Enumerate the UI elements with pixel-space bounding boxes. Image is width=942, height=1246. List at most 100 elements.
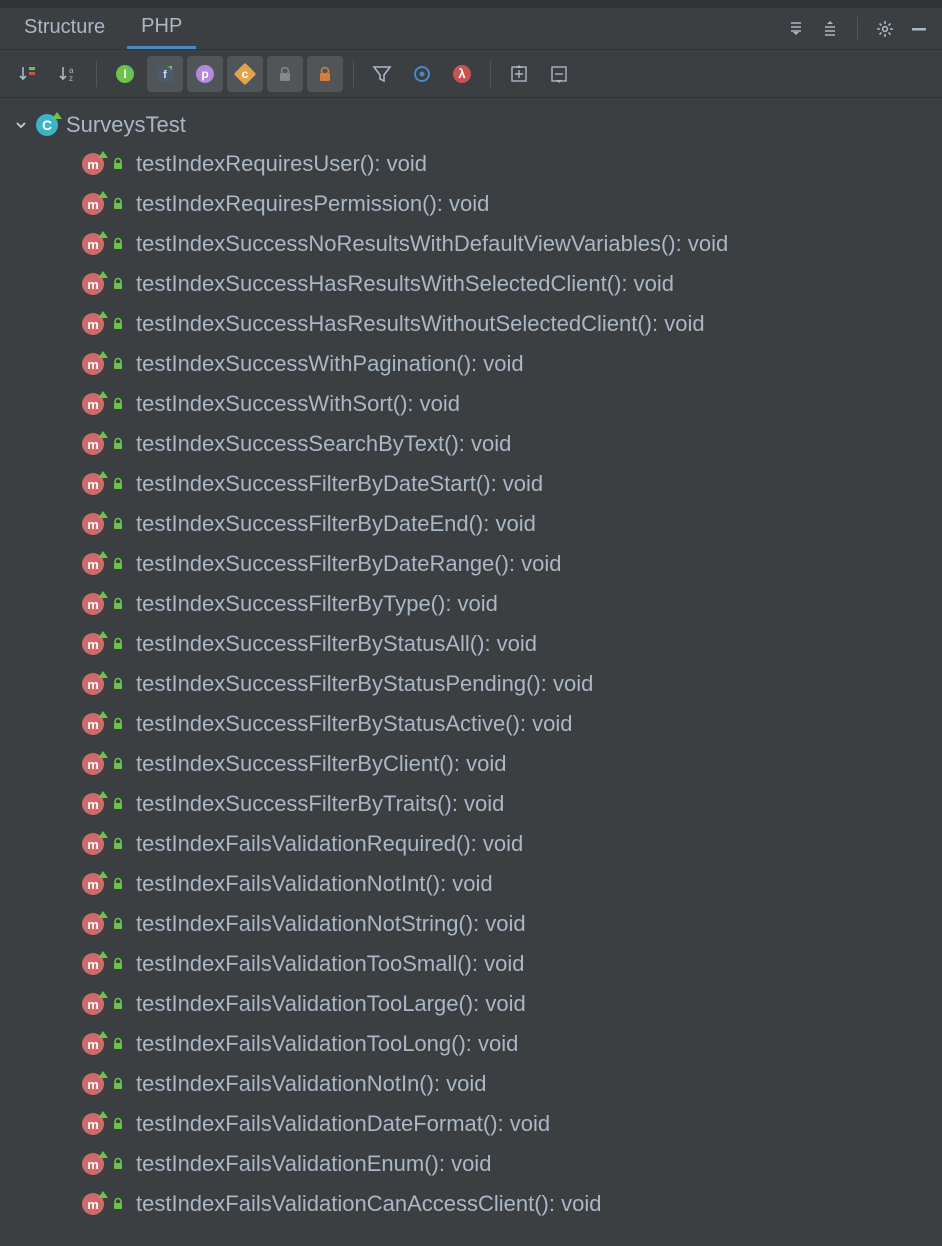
method-row[interactable]: mtestIndexFailsValidationCanAccessClient… — [10, 1184, 942, 1224]
method-icon: m — [82, 1113, 104, 1135]
structure-tree: C SurveysTest m testIndexRequiresUser(): … — [0, 98, 942, 1224]
svg-text:p: p — [201, 67, 208, 81]
method-row[interactable]: m testIndexFailsValidationDateFormat(): v… — [10, 1104, 942, 1144]
filter-button[interactable] — [364, 56, 400, 92]
method-signature-label: testIndexSuccessFilterByStatusAll(): voi… — [136, 631, 537, 657]
method-signature-label: testIndexSuccessFilterByClient(): void — [136, 751, 506, 777]
expand-all-toolbar-button[interactable] — [501, 56, 537, 92]
method-row[interactable]: mtestIndexFailsValidationEnum(): void — [10, 1144, 942, 1184]
method-icon: m — [82, 153, 104, 175]
class-row[interactable]: C SurveysTest — [10, 106, 942, 144]
tab-php[interactable]: PHP — [127, 9, 196, 49]
method-signature-label: testIndexSuccessFilterByDateStart(): voi… — [136, 471, 543, 497]
method-row[interactable]: mtestIndexRequiresPermission(): void — [10, 184, 942, 224]
method-row[interactable]: mtestIndexSuccessHasResultsWithoutSelect… — [10, 304, 942, 344]
method-row[interactable]: m testIndexSuccessHasResultsWithSelectedC… — [10, 264, 942, 304]
method-icon: m — [82, 1033, 104, 1055]
method-signature-label: testIndexFailsValidationDateFormat(): vo… — [136, 1111, 550, 1137]
method-row[interactable]: m testIndexFailsValidationNotString(): vo… — [10, 904, 942, 944]
method-icon: m — [82, 393, 104, 415]
autoscroll-to-source-button[interactable] — [404, 56, 440, 92]
collapse-all-toolbar-button[interactable] — [541, 56, 577, 92]
structure-toolbar: az I f p c λ — [0, 50, 942, 98]
chevron-down-icon[interactable] — [10, 115, 32, 135]
lock-open-icon — [110, 596, 126, 612]
method-icon: m — [82, 913, 104, 935]
sort-alpha-button[interactable]: az — [50, 56, 86, 92]
method-row[interactable]: mtestIndexFailsValidationTooLarge(): voi… — [10, 984, 942, 1024]
method-signature-label: testIndexFailsValidationNotInt(): void — [136, 871, 493, 897]
method-icon: m — [82, 753, 104, 775]
show-interfaces-button[interactable]: I — [107, 56, 143, 92]
toolbar-separator — [490, 61, 491, 87]
collapse-all-icon[interactable] — [817, 16, 843, 42]
hide-icon[interactable] — [906, 16, 932, 42]
method-row[interactable]: m testIndexSuccessWithSort(): void — [10, 384, 942, 424]
method-row[interactable]: mtestIndexFailsValidationTooSmall(): voi… — [10, 944, 942, 984]
method-signature-label: testIndexFailsValidationNotIn(): void — [136, 1071, 487, 1097]
show-fields-button[interactable]: f — [147, 56, 183, 92]
method-icon: m — [82, 993, 104, 1015]
method-row[interactable]: mtestIndexSuccessFilterByType(): void — [10, 584, 942, 624]
method-icon: m — [82, 833, 104, 855]
method-row[interactable]: mtestIndexSuccessFilterByStatusActive():… — [10, 704, 942, 744]
method-row[interactable]: mtestIndexSuccessNoResultsWithDefaultVie… — [10, 224, 942, 264]
lock-open-icon — [110, 1116, 126, 1132]
show-properties-button[interactable]: p — [187, 56, 223, 92]
method-signature-label: testIndexSuccessFilterByDateRange(): voi… — [136, 551, 562, 577]
method-icon: m — [82, 273, 104, 295]
method-row[interactable]: mtestIndexFailsValidationNotInt(): void — [10, 864, 942, 904]
method-row[interactable]: mtestIndexFailsValidationNotIn(): void — [10, 1064, 942, 1104]
lock-open-icon — [110, 1196, 126, 1212]
method-signature-label: testIndexSuccessFilterByStatusPending():… — [136, 671, 593, 697]
show-private-button[interactable] — [267, 56, 303, 92]
method-icon: m — [82, 233, 104, 255]
method-signature-label: testIndexFailsValidationCanAccessClient(… — [136, 1191, 601, 1217]
lock-open-icon — [110, 236, 126, 252]
method-row[interactable]: mtestIndexSuccessFilterByDateStart(): vo… — [10, 464, 942, 504]
lock-open-icon — [110, 356, 126, 372]
method-row[interactable]: m testIndexSuccessFilterByStatusPending()… — [10, 664, 942, 704]
expand-all-icon[interactable] — [783, 16, 809, 42]
lock-open-icon — [110, 956, 126, 972]
method-row[interactable]: mtestIndexSuccessWithPagination(): void — [10, 344, 942, 384]
method-row[interactable]: mtestIndexSuccessFilterByStatusAll(): vo… — [10, 624, 942, 664]
show-constants-button[interactable]: c — [227, 56, 263, 92]
lock-open-icon — [110, 316, 126, 332]
lock-open-icon — [110, 1036, 126, 1052]
gear-icon[interactable] — [872, 16, 898, 42]
svg-text:I: I — [123, 67, 126, 81]
method-signature-label: testIndexFailsValidationNotString(): voi… — [136, 911, 526, 937]
show-protected-button[interactable] — [307, 56, 343, 92]
method-row[interactable]: mtestIndexSuccessSearchByText(): void — [10, 424, 942, 464]
svg-text:λ: λ — [458, 66, 466, 81]
sort-by-visibility-button[interactable] — [10, 56, 46, 92]
method-signature-label: testIndexRequiresPermission(): void — [136, 191, 489, 217]
svg-text:z: z — [69, 74, 73, 83]
method-signature-label: testIndexRequiresUser(): void — [136, 151, 427, 177]
tab-structure[interactable]: Structure — [10, 10, 119, 47]
method-signature-label: testIndexFailsValidationRequired(): void — [136, 831, 523, 857]
method-icon: m — [82, 673, 104, 695]
method-row[interactable]: m testIndexSuccessFilterByClient(): void — [10, 744, 942, 784]
method-signature-label: testIndexSuccessWithSort(): void — [136, 391, 460, 417]
method-signature-label: testIndexSuccessHasResultsWithSelectedCl… — [136, 271, 674, 297]
method-row[interactable]: mtestIndexSuccessFilterByTraits(): void — [10, 784, 942, 824]
method-row[interactable]: m testIndexSuccessFilterByDateRange(): vo… — [10, 544, 942, 584]
method-row[interactable]: m testIndexFailsValidationRequired(): voi… — [10, 824, 942, 864]
lock-open-icon — [110, 556, 126, 572]
method-row[interactable]: mtestIndexFailsValidationTooLong(): void — [10, 1024, 942, 1064]
method-row[interactable]: m testIndexRequiresUser(): void — [10, 144, 942, 184]
method-signature-label: testIndexSuccessHasResultsWithoutSelecte… — [136, 311, 705, 337]
method-icon: m — [82, 553, 104, 575]
show-lambda-button[interactable]: λ — [444, 56, 480, 92]
toolbar-separator — [353, 61, 354, 87]
lock-open-icon — [110, 916, 126, 932]
lock-open-icon — [110, 516, 126, 532]
lock-open-icon — [110, 156, 126, 172]
method-row[interactable]: mtestIndexSuccessFilterByDateEnd(): void — [10, 504, 942, 544]
lock-open-icon — [110, 636, 126, 652]
lock-open-icon — [110, 756, 126, 772]
method-icon: m — [82, 1153, 104, 1175]
lock-open-icon — [110, 396, 126, 412]
